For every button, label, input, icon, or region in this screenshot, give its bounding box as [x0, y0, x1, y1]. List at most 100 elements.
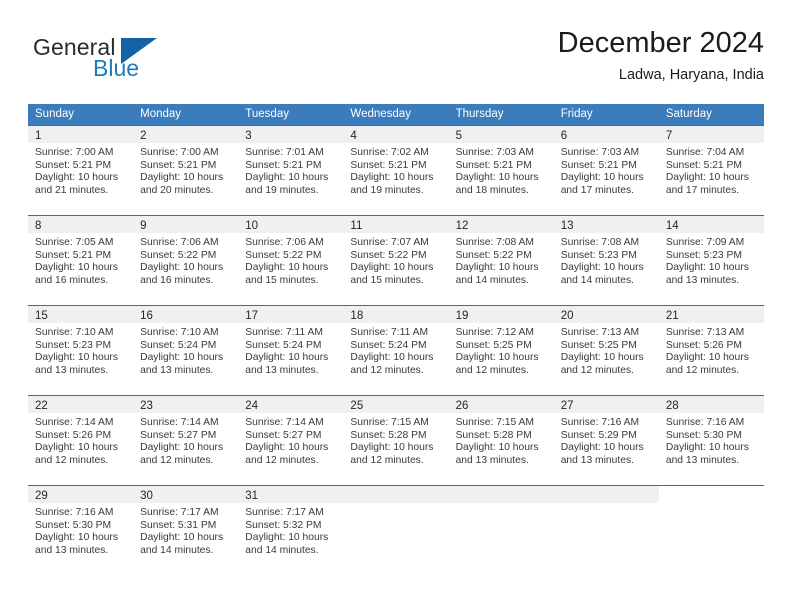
day-cell[interactable]: 16 Sunrise: 7:10 AM Sunset: 5:24 PM Dayl…	[133, 306, 239, 387]
day-cell[interactable]: 15 Sunrise: 7:10 AM Sunset: 5:23 PM Dayl…	[28, 306, 134, 387]
sunrise-text: Sunrise: 7:08 AM	[560, 237, 640, 248]
day-cell[interactable]: 26 Sunrise: 7:15 AM Sunset: 5:28 PM Dayl…	[448, 396, 554, 477]
daylight-text-line1: Daylight: 10 hours	[560, 172, 644, 184]
day-details: Sunrise: 7:14 AM Sunset: 5:27 PM Dayligh…	[133, 413, 238, 467]
daylight-text-line1: Daylight: 10 hours	[35, 442, 118, 454]
daylight-text-line1: Daylight: 10 hours	[140, 532, 224, 544]
sunset-text: Sunset: 5:32 PM	[245, 519, 322, 531]
day-cell[interactable]: 10 Sunrise: 7:06 AM Sunset: 5:22 PM Dayl…	[238, 216, 344, 297]
sunset-text: Sunset: 5:24 PM	[350, 339, 427, 351]
daylight-text-line2: and 13 minutes.	[665, 274, 740, 286]
day-cell[interactable]: 9 Sunrise: 7:06 AM Sunset: 5:22 PM Dayli…	[133, 216, 239, 297]
day-cell[interactable]: 25 Sunrise: 7:15 AM Sunset: 5:28 PM Dayl…	[343, 396, 449, 477]
day-details: Sunrise: 7:06 AM Sunset: 5:22 PM Dayligh…	[133, 233, 238, 287]
sunrise-text: Sunrise: 7:14 AM	[140, 417, 219, 428]
daylight-text-line1: Daylight: 10 hours	[350, 442, 434, 454]
general-blue-logo[interactable]: General Blue	[33, 34, 213, 90]
daylight-text-line1: Daylight: 10 hours	[140, 262, 224, 274]
day-cell[interactable]: 27 Sunrise: 7:16 AM Sunset: 5:29 PM Dayl…	[553, 396, 659, 477]
day-cell[interactable]: 2 Sunrise: 7:00 AM Sunset: 5:21 PM Dayli…	[133, 126, 239, 207]
day-number: 30	[140, 490, 153, 502]
day-details: Sunrise: 7:00 AM Sunset: 5:21 PM Dayligh…	[133, 143, 238, 197]
day-number: 10	[245, 220, 259, 232]
sunset-text: Sunset: 5:21 PM	[560, 159, 637, 171]
day-number-band	[448, 486, 554, 503]
daylight-text-line2: and 13 minutes.	[35, 544, 109, 556]
day-cell[interactable]: 21 Sunrise: 7:13 AM Sunset: 5:26 PM Dayl…	[658, 306, 764, 387]
day-cell[interactable]: 12 Sunrise: 7:08 AM Sunset: 5:22 PM Dayl…	[448, 216, 554, 297]
day-number: 9	[140, 220, 147, 232]
day-details: Sunrise: 7:17 AM Sunset: 5:32 PM Dayligh…	[238, 503, 343, 557]
sunrise-text: Sunrise: 7:13 AM	[560, 327, 640, 338]
weekday-header-row: Sunday Monday Tuesday Wednesday Thursday…	[28, 104, 764, 125]
day-number: 6	[560, 130, 568, 142]
day-cell[interactable]: 8 Sunrise: 7:05 AM Sunset: 5:21 PM Dayli…	[28, 216, 134, 297]
day-number: 25	[350, 400, 364, 412]
daylight-text-line1: Daylight: 10 hours	[560, 352, 644, 364]
day-cell[interactable]: 13 Sunrise: 7:08 AM Sunset: 5:23 PM Dayl…	[553, 216, 659, 297]
day-details: Sunrise: 7:16 AM Sunset: 5:29 PM Dayligh…	[554, 413, 659, 467]
sunrise-text: Sunrise: 7:05 AM	[35, 237, 114, 248]
sunset-text: Sunset: 5:28 PM	[350, 429, 427, 441]
daylight-text-line1: Daylight: 10 hours	[665, 442, 749, 454]
day-cell[interactable]: 11 Sunrise: 7:07 AM Sunset: 5:22 PM Dayl…	[343, 216, 449, 297]
day-cell[interactable]: 22 Sunrise: 7:14 AM Sunset: 5:26 PM Dayl…	[28, 396, 134, 477]
day-number-band: 25	[343, 396, 449, 413]
sunset-text: Sunset: 5:28 PM	[455, 429, 532, 441]
day-number-band: 4	[343, 126, 449, 143]
sunrise-text: Sunrise: 7:10 AM	[140, 327, 219, 338]
day-cell[interactable]: 19 Sunrise: 7:12 AM Sunset: 5:25 PM Dayl…	[448, 306, 554, 387]
day-details: Sunrise: 7:16 AM Sunset: 5:30 PM Dayligh…	[659, 413, 764, 467]
day-cell[interactable]: 5 Sunrise: 7:03 AM Sunset: 5:21 PM Dayli…	[448, 126, 554, 207]
day-number: 23	[140, 400, 153, 412]
day-number: 2	[140, 130, 147, 142]
day-cell[interactable]: 3 Sunrise: 7:01 AM Sunset: 5:21 PM Dayli…	[238, 126, 344, 207]
sunrise-text: Sunrise: 7:15 AM	[350, 417, 429, 428]
sunset-text: Sunset: 5:21 PM	[35, 249, 112, 261]
day-cell[interactable]: 18 Sunrise: 7:11 AM Sunset: 5:24 PM Dayl…	[343, 306, 449, 387]
sunrise-text: Sunrise: 7:11 AM	[350, 327, 429, 338]
sunrise-text: Sunrise: 7:06 AM	[140, 237, 219, 248]
daylight-text-line1: Daylight: 10 hours	[140, 442, 224, 454]
day-cell[interactable]: 1 Sunrise: 7:00 AM Sunset: 5:21 PM Dayli…	[28, 126, 134, 207]
day-details: Sunrise: 7:13 AM Sunset: 5:26 PM Dayligh…	[659, 323, 764, 377]
day-details: Sunrise: 7:15 AM Sunset: 5:28 PM Dayligh…	[449, 413, 554, 467]
sunrise-text: Sunrise: 7:00 AM	[35, 147, 114, 158]
daylight-text-line2: and 12 minutes.	[350, 454, 424, 466]
day-cell[interactable]: 30 Sunrise: 7:17 AM Sunset: 5:31 PM Dayl…	[133, 486, 239, 567]
day-cell[interactable]: 31 Sunrise: 7:17 AM Sunset: 5:32 PM Dayl…	[238, 486, 344, 567]
daylight-text-line2: and 20 minutes.	[140, 184, 214, 196]
day-cell[interactable]: 4 Sunrise: 7:02 AM Sunset: 5:21 PM Dayli…	[343, 126, 449, 207]
sunrise-text: Sunrise: 7:00 AM	[140, 147, 219, 158]
daylight-text-line2: and 13 minutes.	[35, 364, 109, 376]
daylight-text-line2: and 18 minutes.	[455, 184, 529, 196]
day-number-band: 20	[553, 306, 659, 323]
day-cell[interactable]: 29 Sunrise: 7:16 AM Sunset: 5:30 PM Dayl…	[28, 486, 134, 567]
day-cell[interactable]: 6 Sunrise: 7:03 AM Sunset: 5:21 PM Dayli…	[553, 126, 659, 207]
sunset-text: Sunset: 5:24 PM	[245, 339, 322, 351]
title-block: December 2024 Ladwa, Haryana, India	[558, 26, 764, 84]
daylight-text-line1: Daylight: 10 hours	[140, 172, 224, 184]
day-number: 15	[35, 310, 48, 322]
day-number: 11	[350, 220, 363, 232]
day-number: 22	[35, 400, 48, 412]
day-cell[interactable]: 20 Sunrise: 7:13 AM Sunset: 5:25 PM Dayl…	[553, 306, 659, 387]
sunrise-text: Sunrise: 7:09 AM	[665, 237, 745, 248]
day-number-band: 22	[28, 396, 134, 413]
daylight-text-line1: Daylight: 10 hours	[245, 172, 329, 184]
day-cell[interactable]: 23 Sunrise: 7:14 AM Sunset: 5:27 PM Dayl…	[133, 396, 239, 477]
day-number-band: 13	[553, 216, 659, 233]
daylight-text-line1: Daylight: 10 hours	[560, 442, 644, 454]
daylight-text-line1: Daylight: 10 hours	[665, 352, 749, 364]
weekday-header-monday: Monday	[140, 108, 182, 120]
day-number-band	[659, 486, 764, 503]
day-cell[interactable]: 7 Sunrise: 7:04 AM Sunset: 5:21 PM Dayli…	[658, 126, 764, 207]
day-cell[interactable]: 28 Sunrise: 7:16 AM Sunset: 5:30 PM Dayl…	[658, 396, 764, 477]
day-number: 28	[665, 400, 679, 412]
sunset-text: Sunset: 5:21 PM	[140, 159, 217, 171]
day-cell[interactable]: 24 Sunrise: 7:14 AM Sunset: 5:27 PM Dayl…	[238, 396, 344, 477]
sunrise-text: Sunrise: 7:16 AM	[35, 507, 114, 518]
day-cell[interactable]: 14 Sunrise: 7:09 AM Sunset: 5:23 PM Dayl…	[658, 216, 764, 297]
day-cell[interactable]: 17 Sunrise: 7:11 AM Sunset: 5:24 PM Dayl…	[238, 306, 344, 387]
sunrise-text: Sunrise: 7:07 AM	[350, 237, 429, 248]
